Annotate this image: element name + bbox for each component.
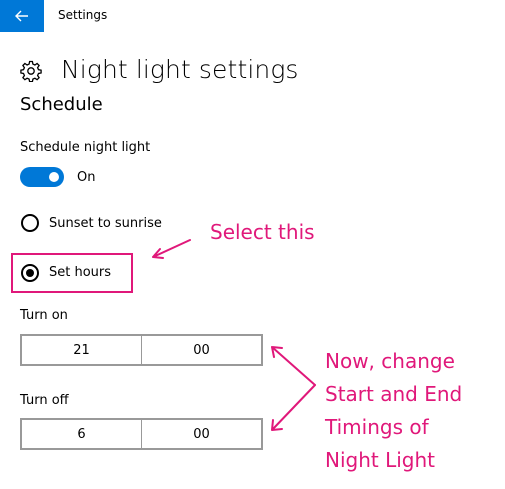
annotation-arrows — [152, 239, 316, 431]
arrow-to-set-hours — [152, 239, 191, 259]
arrow-to-turn-on — [271, 346, 316, 386]
arrow-to-turn-off — [271, 384, 316, 431]
